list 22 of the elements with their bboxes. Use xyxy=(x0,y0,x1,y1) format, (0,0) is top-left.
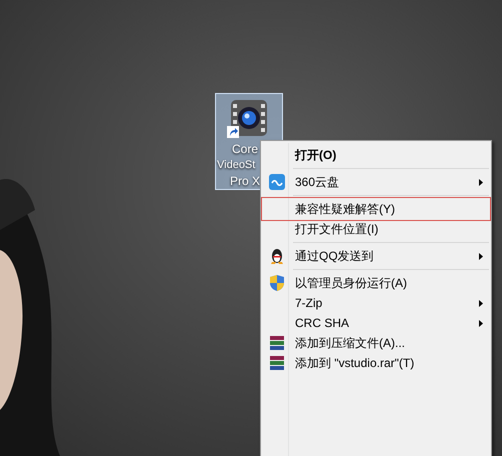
menu-item[interactable]: 添加到压缩文件(A)... xyxy=(263,333,489,353)
menu-item[interactable]: 添加到 "vstudio.rar"(T) xyxy=(263,353,489,373)
menu-item[interactable]: 通过QQ发送到 xyxy=(263,246,489,266)
shield-icon xyxy=(270,275,284,291)
penguin-icon xyxy=(270,248,284,264)
menu-item[interactable]: 兼容性疑难解答(Y) xyxy=(263,199,489,219)
menu-item[interactable]: 打开文件位置(I) xyxy=(263,219,489,239)
archive-icon xyxy=(269,355,285,371)
shortcut-arrow-icon xyxy=(227,126,239,138)
menu-item[interactable]: 7-Zip xyxy=(263,293,489,313)
film-camera-icon xyxy=(229,98,269,138)
menu-item[interactable]: CRC SHA xyxy=(263,313,489,333)
submenu-arrow-icon xyxy=(479,300,483,306)
shortcut-label: Core xyxy=(232,141,258,157)
archive-icon xyxy=(269,335,285,351)
submenu-arrow-icon xyxy=(479,252,483,260)
submenu-arrow-icon xyxy=(479,320,483,326)
shortcut-label: Pro X xyxy=(230,173,260,189)
shortcut-label: VideoSt xyxy=(217,158,256,173)
cloud-icon xyxy=(269,174,285,190)
menu-item[interactable]: 以管理员身份运行(A) xyxy=(263,273,489,293)
submenu-arrow-icon xyxy=(479,178,483,186)
